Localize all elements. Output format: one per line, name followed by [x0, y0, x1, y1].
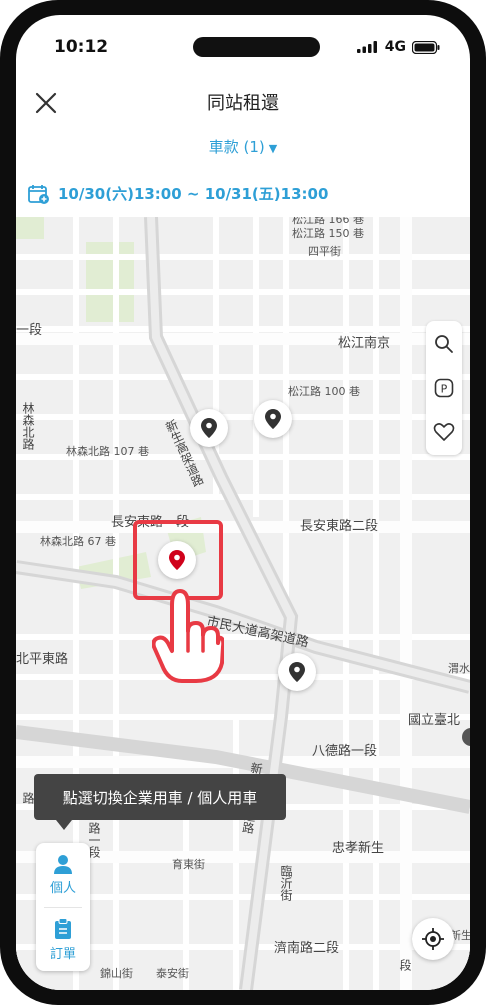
switch-hint-tooltip: 點選切換企業用車 / 個人用車	[34, 774, 286, 820]
personal-mode-button[interactable]: 個人	[36, 843, 90, 907]
page-title: 同站租還	[207, 93, 279, 114]
car-location-pin[interactable]	[190, 409, 228, 447]
map-label: 國立臺北	[408, 713, 461, 728]
chevron-down-icon: ▼	[268, 142, 278, 155]
map-pin-icon	[289, 662, 305, 682]
map-pin-icon	[265, 409, 281, 429]
map-label: 松江路 100 巷	[288, 385, 360, 398]
car-location-pin[interactable]	[254, 400, 292, 438]
clipboard-icon	[55, 918, 71, 939]
svg-text:P: P	[441, 383, 448, 396]
user-mode-panel: 個人 訂單	[36, 843, 90, 971]
favorite-button[interactable]	[426, 415, 462, 449]
status-bar: 10:12 4G	[16, 15, 470, 77]
map-label: 四平街	[308, 245, 341, 258]
signal-icon	[356, 41, 377, 53]
map-label: 錦山街	[100, 967, 133, 980]
map-label: 一段	[16, 323, 43, 338]
map-side-toolbar: P	[426, 321, 462, 455]
network-label: 4G	[384, 39, 406, 55]
orders-button[interactable]: 訂單	[36, 908, 90, 972]
model-filter-label: 車款 (1)	[208, 138, 265, 156]
phone-frame: 10:12 4G 同站租還 車款 (1) ▼ 10/30(六)13:00 ~ 1…	[0, 0, 486, 1005]
person-icon	[54, 855, 72, 874]
parking-icon: P	[434, 378, 454, 398]
map-label: 臨沂街	[279, 865, 293, 901]
parking-button[interactable]: P	[426, 371, 462, 405]
crosshair-icon	[422, 928, 444, 950]
map-label: 濟南路二段	[274, 941, 340, 956]
map-label: 育東街	[172, 858, 205, 871]
map-label: 松江路 150 巷	[292, 227, 364, 240]
personal-mode-label: 個人	[49, 881, 76, 896]
heart-icon	[433, 423, 455, 441]
orders-label: 訂單	[49, 947, 76, 962]
date-range-text: 10/30(六)13:00 ~ 10/31(五)13:00	[58, 185, 329, 203]
tooltip-arrow	[56, 820, 72, 830]
map-label: 林森北路 67 巷	[40, 535, 116, 548]
status-icons: 4G	[356, 39, 440, 55]
header: 同站租還	[16, 77, 470, 137]
search-button[interactable]	[426, 327, 462, 361]
map-label: 段	[398, 959, 412, 971]
map-label: 忠孝新生	[332, 841, 385, 856]
map[interactable]: 松江路 166 巷 松江路 150 巷 四平街 一段 松江南京 松江路 100 …	[16, 217, 470, 990]
map-label: 泰安街	[156, 967, 189, 980]
search-icon	[435, 335, 453, 353]
map-label: 林森北路	[21, 402, 35, 450]
screen: 10:12 4G 同站租還 車款 (1) ▼ 10/30(六)13:00 ~ 1…	[16, 15, 470, 990]
map-label: 林森北路 107 巷	[66, 445, 149, 458]
locate-me-button[interactable]	[412, 918, 454, 960]
map-pin-icon	[201, 418, 217, 438]
date-range[interactable]: 10/30(六)13:00 ~ 10/31(五)13:00	[28, 183, 328, 204]
map-label: 松江南京	[338, 336, 391, 351]
status-time: 10:12	[54, 37, 109, 57]
map-label: 渭水	[448, 662, 470, 675]
tap-hand-icon	[152, 589, 224, 683]
battery-icon	[412, 40, 440, 54]
map-label: 北平東路	[16, 652, 69, 667]
dynamic-island	[193, 37, 320, 57]
map-label: 八德路一段	[312, 744, 378, 759]
car-location-pin[interactable]	[278, 653, 316, 691]
map-label: 長安東路二段	[300, 519, 379, 534]
model-filter[interactable]: 車款 (1) ▼	[16, 136, 470, 157]
calendar-add-icon	[28, 184, 49, 204]
